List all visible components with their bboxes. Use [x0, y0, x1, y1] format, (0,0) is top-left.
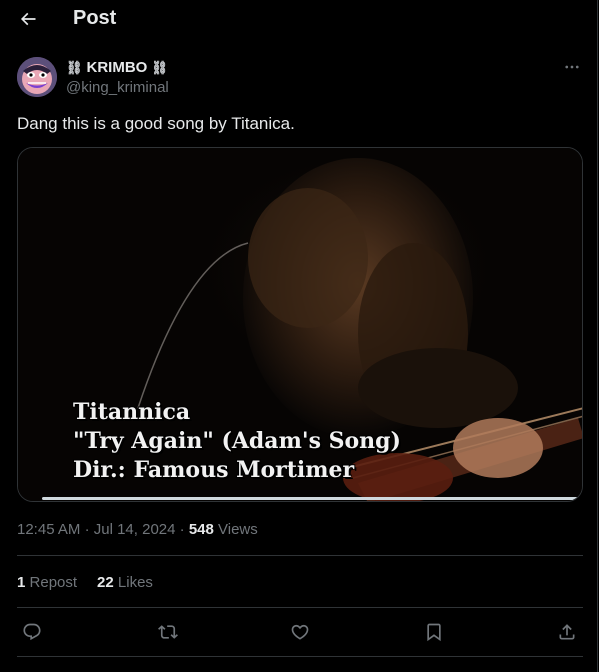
video-player[interactable]: Titannica "Try Again" (Adam's Song) Dir.…: [17, 147, 583, 502]
divider: [17, 555, 583, 556]
bookmark-icon: [427, 623, 441, 642]
reposts-label: Repost: [29, 574, 78, 591]
chain-icon: ⛓: [151, 59, 168, 75]
author-name-text: KRIMBO: [86, 59, 148, 76]
like-button[interactable]: [288, 620, 312, 644]
post-date[interactable]: Jul 14, 2024: [94, 521, 176, 538]
avatar[interactable]: [17, 57, 57, 97]
arrow-left-icon: [20, 12, 36, 26]
post-time[interactable]: 12:45 AM: [17, 521, 80, 538]
likes-label: Likes: [117, 574, 153, 591]
reposts-stat[interactable]: 1 Repost: [17, 574, 77, 591]
like-icon: [291, 624, 309, 640]
caption-line: "Try Again" (Adam's Song): [73, 428, 401, 454]
post-text: Dang this is a good song by Titanica.: [17, 114, 295, 133]
separator: ·: [84, 521, 90, 538]
header: Post: [0, 0, 598, 36]
page-title: Post: [73, 7, 117, 29]
back-button[interactable]: [15, 6, 41, 32]
video-progress-bar[interactable]: [42, 497, 582, 500]
likes-stat[interactable]: 22 Likes: [97, 574, 153, 591]
cartoon-avatar-icon: [17, 57, 57, 97]
divider: [17, 656, 583, 657]
reply-icon: [23, 623, 41, 641]
video-caption: Titannica "Try Again" (Adam's Song) Dir.…: [73, 398, 401, 485]
more-options-button[interactable]: [561, 57, 583, 77]
author-display-name[interactable]: ⛓ KRIMBO ⛓: [66, 59, 168, 76]
views-label: Views: [218, 521, 258, 538]
likes-count: 22: [97, 574, 114, 591]
reply-button[interactable]: [20, 620, 44, 644]
post-column: Post ⛓ KRIMBO ⛓ @king_kriminal Dang this…: [0, 0, 598, 672]
post-metadata: 12:45 AM · Jul 14, 2024 · 548 Views: [17, 521, 258, 538]
engagement-stats: 1 Repost 22 Likes: [17, 574, 153, 591]
author-handle[interactable]: @king_kriminal: [66, 79, 169, 96]
bookmark-button[interactable]: [422, 620, 446, 644]
caption-line: Dir.: Famous Mortimer: [73, 457, 355, 483]
caption-line: Titannica: [73, 399, 191, 425]
share-icon: [559, 624, 575, 640]
separator: ·: [179, 521, 185, 538]
repost-button[interactable]: [156, 620, 180, 644]
action-bar: [0, 620, 598, 644]
share-button[interactable]: [555, 620, 579, 644]
more-dots-icon: [565, 65, 579, 69]
repost-icon: [158, 625, 178, 639]
chain-icon: ⛓: [66, 59, 83, 75]
divider: [17, 607, 583, 608]
reposts-count: 1: [17, 574, 26, 591]
views-count: 548: [188, 521, 214, 538]
